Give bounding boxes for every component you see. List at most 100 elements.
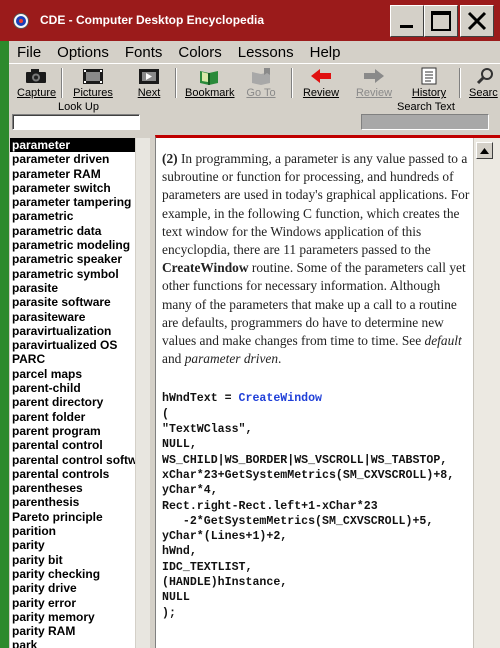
end-punct: . xyxy=(278,351,282,367)
review-back-label: Review xyxy=(302,87,340,99)
next-label: Next xyxy=(137,87,161,99)
app-window: CDE - Computer Desktop Encyclopedia File… xyxy=(0,0,500,648)
title-bar[interactable]: CDE - Computer Desktop Encyclopedia xyxy=(0,0,500,41)
term-list-item[interactable]: parental control softw xyxy=(10,453,135,467)
book-goto-icon xyxy=(252,68,270,85)
term-list-item[interactable]: paravirtualized OS xyxy=(10,338,135,352)
menu-colors[interactable]: Colors xyxy=(178,44,221,61)
review-forward-button[interactable]: Review xyxy=(354,67,394,101)
definition-text: In programming, a parameter is any value… xyxy=(162,151,470,258)
term-list-item[interactable]: parity memory xyxy=(10,610,135,624)
term-list-item[interactable]: parameter tampering xyxy=(10,195,135,209)
term-list-item[interactable]: parity bit xyxy=(10,553,135,567)
term-list-item[interactable]: parity checking xyxy=(10,567,135,581)
term-list-item[interactable]: parity drive xyxy=(10,581,135,595)
toolbar-separator xyxy=(459,68,461,98)
term-list-item[interactable]: parasite software xyxy=(10,295,135,309)
goto-button[interactable]: Go To xyxy=(243,67,279,101)
camera-icon xyxy=(26,69,46,83)
forward-arrow-icon xyxy=(364,69,384,83)
term-list-item[interactable]: parametric xyxy=(10,209,135,223)
history-list-icon xyxy=(421,67,437,85)
term-list-item[interactable]: parametric speaker xyxy=(10,252,135,266)
term-list-item[interactable]: park xyxy=(10,638,135,648)
capture-label: Capture xyxy=(17,87,57,99)
search-text-label: Search Text xyxy=(397,101,455,113)
menu-options[interactable]: Options xyxy=(57,44,109,61)
term-list-item[interactable]: parameter xyxy=(10,138,135,153)
term-list-item[interactable]: parent folder xyxy=(10,410,135,424)
code-body: ( "TextWClass", NULL, WS_CHILD|WS_BORDER… xyxy=(162,407,455,620)
crossref-default[interactable]: default xyxy=(425,333,462,348)
definition-number: (2) xyxy=(162,151,178,166)
film-next-icon xyxy=(139,68,159,84)
menu-bar: File Options Fonts Colors Lessons Help xyxy=(9,41,500,63)
term-list-item[interactable]: parameter switch xyxy=(10,181,135,195)
lookup-label: Look Up xyxy=(58,101,99,113)
term-list-item[interactable]: parity RAM xyxy=(10,624,135,638)
definition-paragraph: (2) In programming, a parameter is any v… xyxy=(162,150,472,368)
search-button[interactable]: Searc xyxy=(469,67,500,101)
app-icon[interactable] xyxy=(13,13,29,29)
term-list-item[interactable]: paravirtualization xyxy=(10,324,135,338)
term-list-item[interactable]: parametric data xyxy=(10,224,135,238)
pictures-label: Pictures xyxy=(73,87,113,99)
article-body: (2) In programming, a parameter is any v… xyxy=(162,150,472,621)
article-scrollbar[interactable] xyxy=(473,138,500,648)
menu-help[interactable]: Help xyxy=(310,44,341,61)
menu-lessons[interactable]: Lessons xyxy=(238,44,294,61)
term-list-item[interactable]: parcel maps xyxy=(10,367,135,381)
term-list-item[interactable]: parity error xyxy=(10,596,135,610)
term-list-item[interactable]: parasite xyxy=(10,281,135,295)
bookmark-label: Bookmark xyxy=(185,87,235,99)
term-list-item[interactable]: parasiteware xyxy=(10,310,135,324)
close-icon xyxy=(467,11,487,31)
minimize-button[interactable] xyxy=(390,5,424,37)
review-back-button[interactable]: Review xyxy=(301,67,341,101)
and-text: and xyxy=(162,351,185,367)
menu-fonts[interactable]: Fonts xyxy=(125,44,163,61)
film-strip-icon xyxy=(83,68,103,84)
pictures-button[interactable]: Pictures xyxy=(71,67,115,101)
term-list-item[interactable]: parameter driven xyxy=(10,152,135,166)
review-forward-label: Review xyxy=(355,87,393,99)
desktop-edge xyxy=(0,0,9,648)
term-list[interactable]: parameter parameter driven parameter RAM pa… xyxy=(10,138,135,648)
menu-file[interactable]: File xyxy=(17,44,41,61)
close-button[interactable] xyxy=(460,5,494,37)
magnifier-icon xyxy=(476,68,493,85)
term-list-item[interactable]: parental control xyxy=(10,438,135,452)
term-list-scrollbar[interactable] xyxy=(136,138,150,648)
term-list-item[interactable]: parity xyxy=(10,538,135,552)
bookmark-button[interactable]: Bookmark xyxy=(185,67,235,101)
term-list-item[interactable]: parent directory xyxy=(10,395,135,409)
scroll-up-button[interactable] xyxy=(476,142,493,159)
search-text-input[interactable] xyxy=(361,114,489,130)
crossref-parameter-driven[interactable]: parameter driven xyxy=(185,351,278,366)
term-list-item[interactable]: parenthesis xyxy=(10,495,135,509)
capture-button[interactable]: Capture xyxy=(17,67,57,101)
term-list-item[interactable]: PARC xyxy=(10,352,135,366)
term-list-item[interactable]: Pareto principle xyxy=(10,510,135,524)
term-list-item[interactable]: parameter RAM xyxy=(10,167,135,181)
term-list-item[interactable]: parental controls xyxy=(10,467,135,481)
term-list-item[interactable]: parentheses xyxy=(10,481,135,495)
article-pane: (2) In programming, a parameter is any v… xyxy=(155,135,500,648)
search-label-btn: Searc xyxy=(469,87,498,99)
book-icon xyxy=(200,71,218,85)
toolbar-separator xyxy=(175,68,177,98)
term-list-item[interactable]: parent program xyxy=(10,424,135,438)
lookup-input[interactable] xyxy=(12,114,140,130)
term-list-item[interactable]: parametric modeling xyxy=(10,238,135,252)
maximize-button[interactable] xyxy=(424,5,458,37)
maximize-icon xyxy=(431,11,451,31)
toolbar: Capture Pictures Next Bookmark Go To Rev… xyxy=(9,63,500,101)
history-label: History xyxy=(411,87,447,99)
code-sample: hWndText = CreateWindow ( "TextWClass", … xyxy=(162,391,472,620)
term-list-item[interactable]: parition xyxy=(10,524,135,538)
history-button[interactable]: History xyxy=(409,67,449,101)
crossref-createwindow[interactable]: CreateWindow xyxy=(162,260,249,275)
term-list-item[interactable]: parent-child xyxy=(10,381,135,395)
next-button[interactable]: Next xyxy=(131,67,167,101)
term-list-item[interactable]: parametric symbol xyxy=(10,267,135,281)
